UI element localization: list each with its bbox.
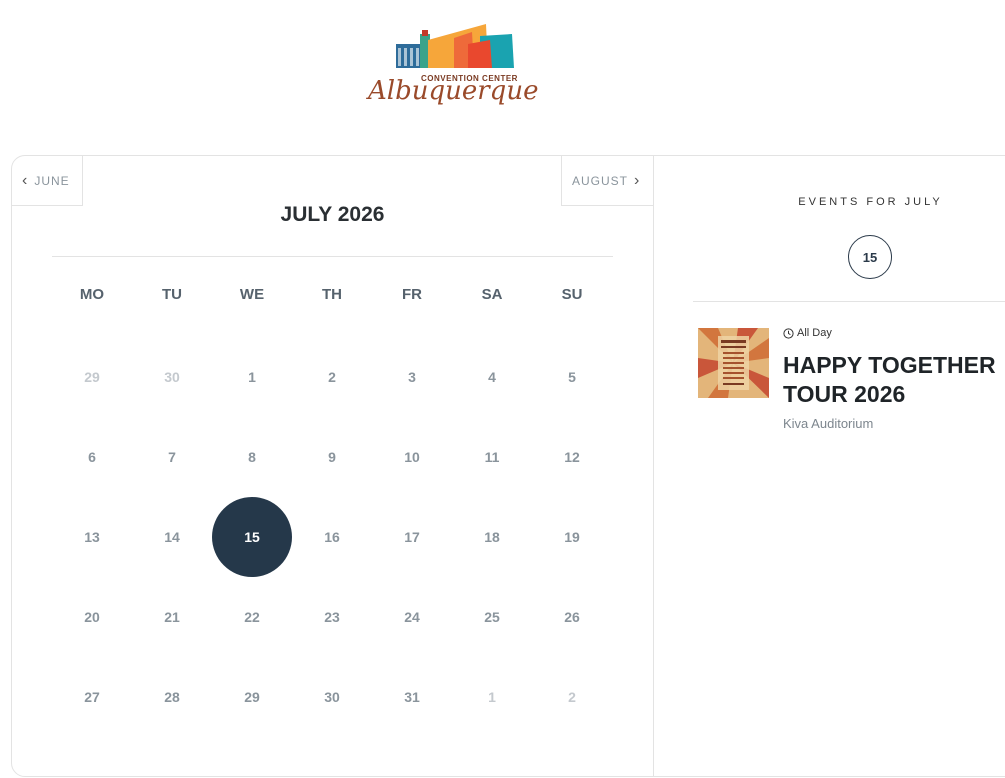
day-cell-selected[interactable]: 15 (212, 497, 292, 577)
day-cell[interactable]: 2 (532, 657, 612, 737)
day-grid: 29 30 1 2 3 4 5 6 7 8 9 10 11 12 13 14 1… (52, 337, 612, 737)
day-cell[interactable]: 27 (52, 657, 132, 737)
day-cell[interactable]: 13 (52, 497, 132, 577)
day-cell[interactable]: 21 (132, 577, 212, 657)
chevron-right-icon: › (634, 171, 641, 189)
weekday-label: TH (322, 286, 342, 303)
week-row: 27 28 29 30 31 1 2 (52, 657, 612, 737)
day-cell[interactable]: 29 (212, 657, 292, 737)
week-row: 6 7 8 9 10 11 12 (52, 417, 612, 497)
calendar-card: ‹ JUNE AUGUST › JULY 2026 MO TU WE TH FR… (11, 155, 1005, 777)
day-cell[interactable]: 17 (372, 497, 452, 577)
day-cell[interactable]: 6 (52, 417, 132, 497)
day-cell[interactable]: 5 (532, 337, 612, 417)
events-heading: EVENTS FOR JULY (798, 196, 943, 208)
day-cell[interactable]: 24 (372, 577, 452, 657)
day-cell[interactable]: 4 (452, 337, 532, 417)
prev-month-label: JUNE (34, 173, 70, 188)
day-cell[interactable]: 14 (132, 497, 212, 577)
day-cell[interactable]: 23 (292, 577, 372, 657)
divider (52, 256, 613, 257)
day-cell[interactable]: 16 (292, 497, 372, 577)
events-panel: EVENTS FOR JULY 15 All Day HAPPY TOGETHE… (653, 156, 1005, 776)
week-row: 20 21 22 23 24 25 26 (52, 577, 612, 657)
next-month-label: AUGUST (572, 173, 629, 188)
selected-day-label: 15 (212, 497, 292, 577)
weekday-header: MO TU WE TH FR SA SU (52, 286, 612, 303)
event-time-label: All Day (797, 327, 832, 339)
weekday-label: SU (561, 286, 583, 303)
month-title: JULY 2026 (280, 203, 385, 226)
weekday-label: SA (481, 286, 503, 303)
divider (693, 301, 1005, 302)
day-cell[interactable]: 7 (132, 417, 212, 497)
logo[interactable]: CONVENTION CENTER Albuquerque (368, 18, 539, 110)
day-cell[interactable]: 10 (372, 417, 452, 497)
logo-graphic (396, 24, 514, 68)
day-cell[interactable]: 20 (52, 577, 132, 657)
day-cell[interactable]: 22 (212, 577, 292, 657)
day-cell[interactable]: 1 (212, 337, 292, 417)
day-cell[interactable]: 31 (372, 657, 452, 737)
day-cell[interactable]: 18 (452, 497, 532, 577)
weekday-label: FR (402, 286, 422, 303)
day-cell[interactable]: 25 (452, 577, 532, 657)
day-cell[interactable]: 11 (452, 417, 532, 497)
chevron-left-icon: ‹ (22, 171, 29, 189)
weekday-label: TU (162, 286, 182, 303)
day-cell[interactable]: 30 (292, 657, 372, 737)
event-time: All Day (783, 327, 832, 339)
weekday-label: WE (239, 286, 265, 303)
day-cell[interactable]: 12 (532, 417, 612, 497)
day-cell[interactable]: 2 (292, 337, 372, 417)
logo-script-text: Albuquerque (368, 76, 539, 106)
weekday-label: MO (79, 286, 105, 303)
day-cell[interactable]: 29 (52, 337, 132, 417)
month-view: ‹ JUNE AUGUST › JULY 2026 MO TU WE TH FR… (12, 156, 654, 776)
event-poster-image (698, 328, 769, 398)
next-month-button[interactable]: AUGUST › (561, 156, 653, 206)
day-cell[interactable]: 1 (452, 657, 532, 737)
selected-date-badge: 15 (848, 235, 892, 279)
day-cell[interactable]: 26 (532, 577, 612, 657)
day-cell[interactable]: 28 (132, 657, 212, 737)
day-cell[interactable]: 19 (532, 497, 612, 577)
week-row: 13 14 15 16 17 18 19 (52, 497, 612, 577)
day-cell[interactable]: 30 (132, 337, 212, 417)
week-row: 29 30 1 2 3 4 5 (52, 337, 612, 417)
event-venue: Kiva Auditorium (783, 416, 874, 431)
prev-month-button[interactable]: ‹ JUNE (12, 156, 83, 206)
day-cell[interactable]: 3 (372, 337, 452, 417)
event-thumbnail[interactable] (698, 328, 769, 398)
event-title-link[interactable]: HAPPY TOGETHER TOUR 2026 (783, 351, 1005, 409)
day-cell[interactable]: 9 (292, 417, 372, 497)
clock-icon (783, 327, 794, 339)
day-cell[interactable]: 8 (212, 417, 292, 497)
